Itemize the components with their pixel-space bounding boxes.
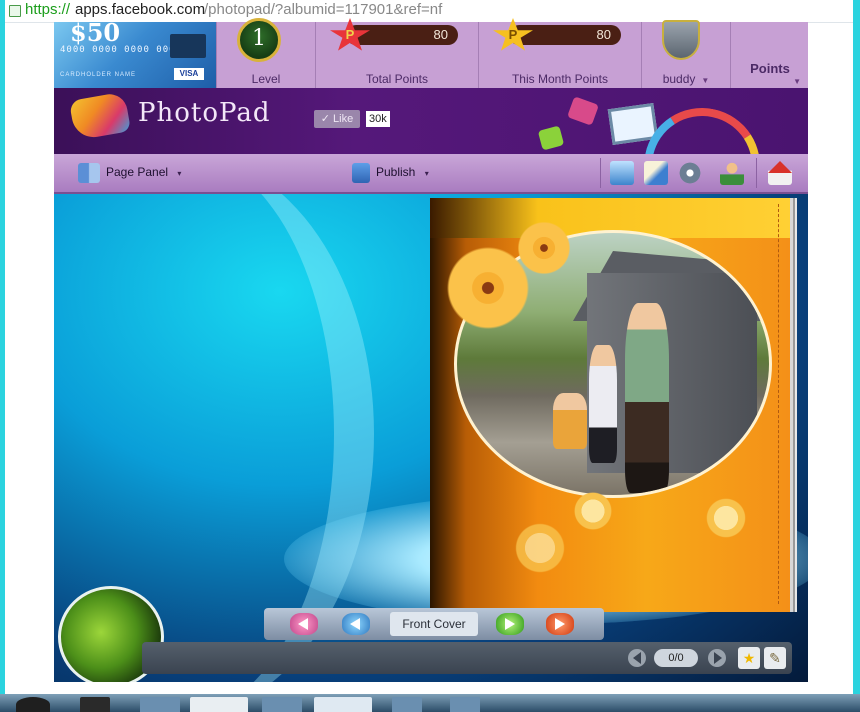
child-figure bbox=[589, 345, 617, 463]
first-page-button[interactable] bbox=[290, 613, 318, 635]
points-menu-label: Points bbox=[750, 61, 790, 76]
total-points-stat: 80 P Total Points bbox=[315, 18, 478, 88]
editor-toolbar: Page Panel ▾ Publish ▾ bbox=[54, 154, 808, 194]
browser-window: https:// apps.facebook.com /photopad/?al… bbox=[5, 0, 853, 694]
viewer-footer: 0/0 ★ ✎ bbox=[142, 642, 792, 674]
front-cover-page[interactable] bbox=[430, 198, 790, 612]
card-number: 4000 0000 0000 0000 bbox=[60, 45, 182, 55]
toolbar-divider bbox=[756, 158, 757, 188]
buddy-label-row: buddy ▼ bbox=[642, 72, 730, 86]
page-panel-label: Page Panel bbox=[106, 165, 169, 180]
dot-decoration-icon bbox=[570, 488, 616, 534]
home-roof bbox=[768, 161, 792, 173]
dot-decoration-icon bbox=[702, 494, 750, 542]
like-button[interactable]: ✓ Like bbox=[314, 110, 360, 128]
photopad-app: $50 4000 0000 0000 0000 CARDHOLDER NAME … bbox=[54, 18, 809, 682]
like-count: 30k bbox=[366, 111, 390, 127]
gear-icon[interactable] bbox=[678, 161, 702, 185]
last-arrow-icon bbox=[555, 618, 565, 630]
level-stat: 1 Level bbox=[216, 18, 315, 88]
url-host: apps.facebook.com bbox=[75, 1, 206, 18]
month-points-stat: 80 P This Month Points bbox=[478, 18, 641, 88]
buddy-menu[interactable]: buddy ▼ bbox=[641, 20, 730, 88]
sparkle-icon bbox=[567, 96, 599, 126]
page-icon bbox=[9, 5, 21, 17]
current-page-label: Front Cover bbox=[390, 612, 478, 636]
url-path: /photopad/?albumid=117901&ref=nf bbox=[204, 1, 443, 18]
play-icon bbox=[505, 618, 515, 630]
url-scheme: https:// bbox=[25, 1, 71, 18]
user-icon[interactable] bbox=[720, 161, 744, 185]
chevron-down-icon: ▼ bbox=[793, 77, 801, 86]
previous-arrow-icon bbox=[350, 618, 360, 630]
previous-page-button[interactable] bbox=[342, 613, 370, 635]
next-page-button[interactable] bbox=[496, 613, 524, 635]
gift-card[interactable]: $50 4000 0000 0000 0000 CARDHOLDER NAME … bbox=[54, 22, 216, 88]
book-viewer: Front Cover 0/0 ★ ✎ bbox=[54, 194, 808, 682]
star-icon[interactable]: ★ bbox=[738, 647, 760, 669]
home-icon[interactable] bbox=[768, 161, 792, 185]
edit-icon[interactable] bbox=[644, 161, 668, 185]
chevron-down-icon: ▾ bbox=[424, 169, 429, 179]
flower-decoration-icon bbox=[512, 216, 576, 280]
points-menu[interactable]: Points ▼ bbox=[730, 22, 809, 88]
app-banner: PhotoPad ✓ Like 30k bbox=[54, 88, 808, 154]
publish-icon bbox=[352, 163, 370, 183]
publish-label: Publish bbox=[376, 165, 416, 180]
taskbar-app[interactable] bbox=[262, 697, 302, 712]
stats-bar: $50 4000 0000 0000 0000 CARDHOLDER NAME … bbox=[54, 18, 809, 88]
page-back-button[interactable] bbox=[628, 649, 646, 667]
total-points-label: Total Points bbox=[365, 72, 429, 86]
sparkle-icon bbox=[537, 125, 565, 151]
app-logo-text: PhotoPad bbox=[138, 98, 271, 128]
card-holder: CARDHOLDER NAME bbox=[60, 72, 137, 78]
buddy-shield-icon bbox=[662, 20, 700, 60]
publish-button[interactable]: Publish ▾ bbox=[352, 163, 429, 183]
page-stitch bbox=[778, 204, 779, 604]
chevron-right-icon bbox=[714, 652, 722, 664]
taskbar-app[interactable] bbox=[392, 697, 422, 712]
month-points-value: 80 bbox=[509, 25, 621, 45]
taskbar-app[interactable] bbox=[80, 697, 110, 712]
page-forward-button[interactable] bbox=[708, 649, 726, 667]
chevron-left-icon bbox=[633, 652, 641, 664]
total-points-value: 80 bbox=[346, 25, 458, 45]
dot-decoration-icon bbox=[510, 518, 570, 578]
book-icon bbox=[78, 163, 100, 183]
start-button[interactable] bbox=[16, 697, 50, 712]
chevron-down-icon: ▼ bbox=[701, 76, 710, 85]
screen-icon[interactable] bbox=[610, 161, 634, 185]
child-figure bbox=[553, 393, 587, 449]
taskbar-app-active[interactable] bbox=[190, 697, 248, 712]
taskbar-app[interactable] bbox=[450, 697, 480, 712]
taskbar-app[interactable] bbox=[140, 697, 180, 712]
buddy-label: buddy bbox=[662, 72, 696, 86]
notes-icon[interactable]: ✎ bbox=[764, 647, 786, 669]
address-bar[interactable]: https:// apps.facebook.com /photopad/?al… bbox=[5, 0, 853, 23]
last-page-button[interactable] bbox=[546, 613, 574, 635]
bird-icon bbox=[170, 34, 206, 58]
level-badge: 1 bbox=[237, 18, 281, 62]
taskbar-app[interactable] bbox=[314, 697, 372, 712]
page-navigation: Front Cover bbox=[264, 608, 604, 640]
child-figure bbox=[625, 303, 669, 493]
chevron-down-icon: ▾ bbox=[177, 169, 182, 179]
card-amount: $50 bbox=[70, 22, 121, 47]
level-label: Level bbox=[251, 72, 281, 86]
page-panel-button[interactable]: Page Panel ▾ bbox=[78, 163, 181, 183]
photopad-logo-icon bbox=[68, 91, 132, 141]
visa-logo: VISA bbox=[174, 68, 204, 80]
os-taskbar bbox=[0, 694, 860, 712]
month-points-label: This Month Points bbox=[511, 72, 609, 86]
toolbar-divider bbox=[600, 158, 601, 188]
page-counter: 0/0 bbox=[654, 649, 698, 667]
first-arrow-icon bbox=[298, 618, 308, 630]
